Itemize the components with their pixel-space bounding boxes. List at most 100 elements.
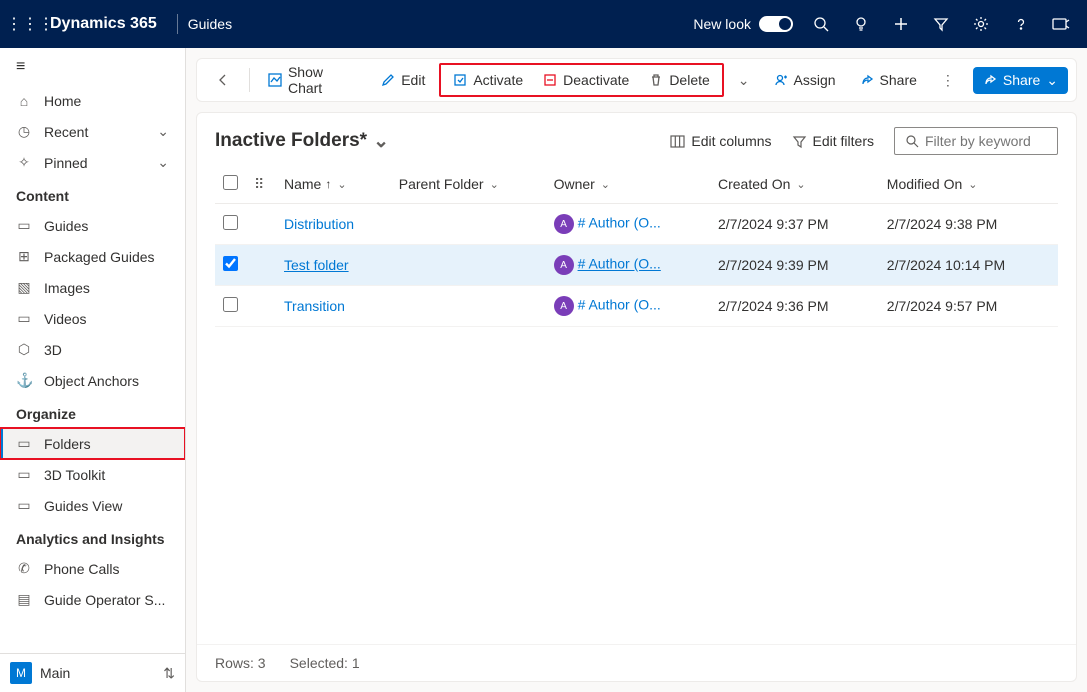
share-primary-button[interactable]: Share ⌄	[973, 67, 1068, 94]
sidebar-section-content: Content	[0, 178, 185, 210]
updown-icon: ⇅	[163, 665, 175, 682]
sidebar-item-label: Packaged Guides	[44, 249, 155, 265]
col-hierarchy[interactable]: ⠿	[246, 167, 276, 204]
more-commands-icon[interactable]: ⋮	[931, 66, 965, 95]
name-link[interactable]: Test folder	[284, 257, 349, 273]
sidebar-item-3d-toolkit[interactable]: ▭3D Toolkit	[0, 459, 185, 490]
share-icon	[860, 73, 874, 87]
cmd-label: Share	[1003, 72, 1040, 88]
back-button[interactable]	[205, 66, 241, 94]
brand-label: Dynamics 365	[50, 15, 157, 33]
chevron-down-icon: ⌄	[490, 178, 499, 191]
sidebar-item-label: Folders	[44, 436, 91, 452]
col-select-all[interactable]	[215, 167, 246, 204]
edit-button[interactable]: Edit	[371, 66, 435, 94]
name-link[interactable]: Transition	[284, 298, 345, 314]
home-icon: ⌂	[16, 93, 32, 109]
sidebar-item-packaged-guides[interactable]: ⊞Packaged Guides	[0, 241, 185, 272]
help-icon[interactable]	[1001, 0, 1041, 48]
show-chart-button[interactable]: Show Chart	[258, 58, 367, 102]
sidebar-item-videos[interactable]: ▭Videos	[0, 303, 185, 334]
select-all-checkbox[interactable]	[223, 175, 238, 190]
area-badge: M	[10, 662, 32, 684]
filter-keyword-input[interactable]	[894, 127, 1058, 155]
hierarchy-icon: ⠿	[254, 176, 264, 192]
gear-icon[interactable]	[961, 0, 1001, 48]
table-row[interactable]: Test folder A# Author (O... 2/7/2024 9:3…	[215, 245, 1058, 286]
row-checkbox[interactable]	[223, 297, 238, 312]
sidebar-item-guides-view[interactable]: ▭Guides View	[0, 490, 185, 521]
guide-icon: ▭	[16, 217, 32, 234]
plus-icon[interactable]	[881, 0, 921, 48]
chart-icon	[268, 73, 282, 87]
cmd-label: Deactivate	[563, 72, 629, 88]
sidebar-item-label: Guide Operator S...	[44, 592, 165, 608]
name-link[interactable]: Distribution	[284, 216, 354, 232]
sidebar-item-3d[interactable]: ⬡3D	[0, 334, 185, 365]
col-label: Parent Folder	[399, 176, 484, 192]
overflow-chevron[interactable]: ⌄	[728, 66, 760, 95]
edit-columns-button[interactable]: Edit columns	[660, 127, 781, 155]
table-row[interactable]: Distribution A# Author (O... 2/7/2024 9:…	[215, 204, 1058, 245]
toggle-icon[interactable]	[759, 16, 793, 32]
delete-button[interactable]: Delete	[639, 66, 719, 94]
filter-keyword-field[interactable]	[925, 133, 1047, 149]
anchor-icon: ⚓	[16, 372, 32, 389]
sidebar-item-recent[interactable]: ◷ Recent ⌄	[0, 116, 185, 147]
col-owner[interactable]: Owner⌄	[546, 167, 710, 204]
columns-icon	[670, 134, 685, 149]
assign-button[interactable]: Assign	[764, 66, 846, 94]
sidebar-item-object-anchors[interactable]: ⚓Object Anchors	[0, 365, 185, 396]
phone-icon: ✆	[16, 560, 32, 577]
sidebar-item-guides[interactable]: ▭Guides	[0, 210, 185, 241]
tool-label: Edit columns	[691, 133, 771, 149]
chevron-down-icon: ⌄	[337, 178, 346, 191]
owner-link[interactable]: # Author (O...	[578, 215, 661, 231]
chevron-down-icon: ⌄	[796, 178, 805, 191]
cube-icon: ⬡	[16, 341, 32, 358]
col-parent[interactable]: Parent Folder ⌄	[391, 167, 546, 204]
row-checkbox[interactable]	[223, 215, 238, 230]
activate-button[interactable]: Activate	[443, 66, 533, 94]
sidebar-item-home[interactable]: ⌂ Home	[0, 86, 185, 116]
col-name[interactable]: Name ↑⌄	[276, 167, 391, 204]
modified-cell: 2/7/2024 9:57 PM	[879, 286, 1058, 327]
assistant-icon[interactable]	[1041, 0, 1081, 48]
app-name-label: Guides	[188, 16, 232, 32]
share-icon	[983, 73, 997, 87]
sidebar-item-pinned[interactable]: ✧ Pinned ⌄	[0, 147, 185, 178]
chevron-down-icon: ⌄	[373, 130, 389, 153]
activate-icon	[453, 73, 467, 87]
sidebar-footer-area[interactable]: M Main ⇅	[0, 653, 185, 692]
sidebar-item-phone-calls[interactable]: ✆ Phone Calls	[0, 553, 185, 584]
sidebar-item-label: Images	[44, 280, 90, 296]
app-launcher-icon[interactable]: ⋮⋮⋮	[6, 14, 46, 34]
lightbulb-icon[interactable]	[841, 0, 881, 48]
search-icon[interactable]	[801, 0, 841, 48]
share-button[interactable]: Share	[850, 66, 927, 94]
topbar-divider	[177, 14, 178, 34]
row-checkbox[interactable]	[223, 256, 238, 271]
new-look-toggle[interactable]: New look	[693, 16, 793, 32]
owner-link[interactable]: # Author (O...	[578, 297, 661, 313]
table-row[interactable]: Transition A# Author (O... 2/7/2024 9:36…	[215, 286, 1058, 327]
chevron-down-icon: ⌄	[968, 178, 977, 191]
owner-link[interactable]: # Author (O...	[578, 256, 661, 272]
col-created[interactable]: Created On⌄	[710, 167, 879, 204]
edit-filters-button[interactable]: Edit filters	[782, 127, 884, 155]
cmd-label: Activate	[473, 72, 523, 88]
data-grid: ⠿ Name ↑⌄ Parent Folder ⌄ Owner⌄ Created …	[197, 167, 1076, 644]
created-cell: 2/7/2024 9:37 PM	[710, 204, 879, 245]
hamburger-icon[interactable]: ≡	[0, 48, 185, 86]
sidebar-item-images[interactable]: ▧Images	[0, 272, 185, 303]
area-label: Main	[40, 665, 70, 681]
row-count-label: Rows: 3	[215, 655, 266, 671]
sidebar-item-folders[interactable]: ▭Folders	[0, 428, 185, 459]
view-title[interactable]: Inactive Folders* ⌄	[215, 130, 389, 153]
sidebar-item-guide-operator[interactable]: ▤Guide Operator S...	[0, 584, 185, 615]
sidebar-item-label: Phone Calls	[44, 561, 120, 577]
col-modified[interactable]: Modified On⌄	[879, 167, 1058, 204]
cmd-label: Delete	[669, 72, 709, 88]
deactivate-button[interactable]: Deactivate	[533, 66, 639, 94]
funnel-icon[interactable]	[921, 0, 961, 48]
